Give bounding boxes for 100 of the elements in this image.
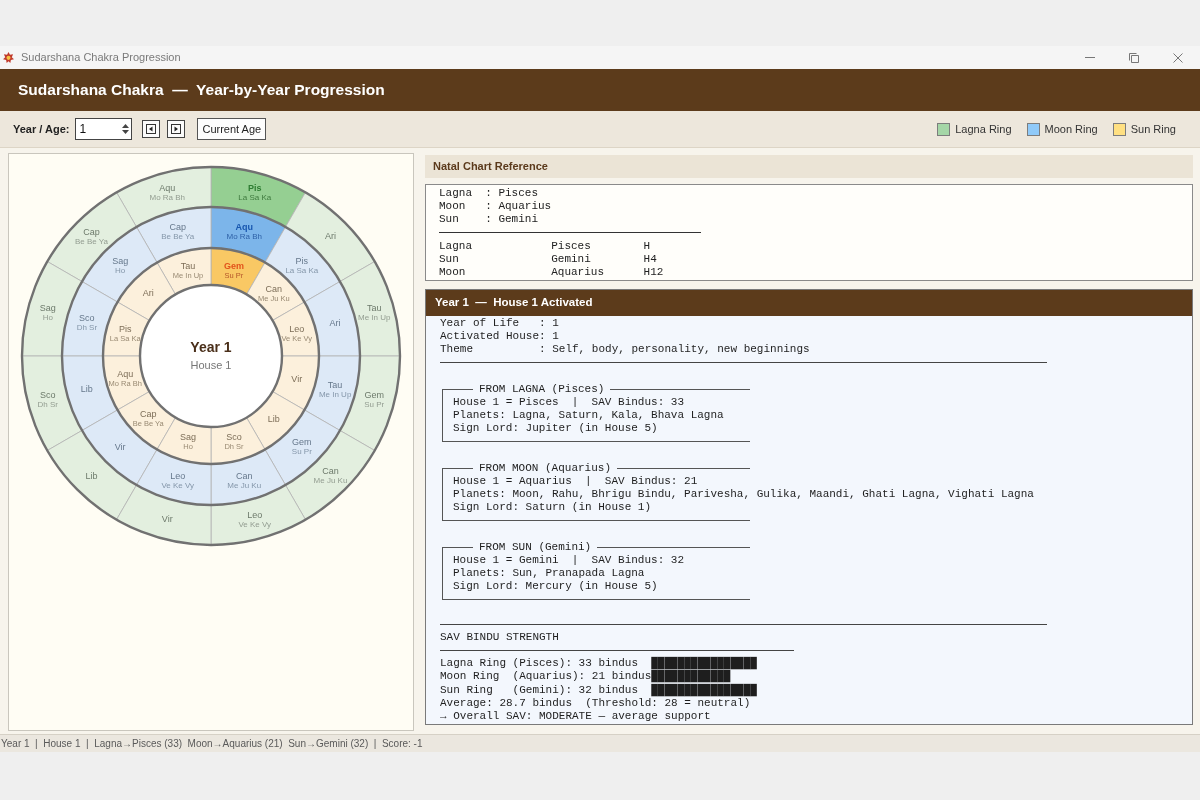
sign-label: Can xyxy=(236,470,253,481)
section-line: Planets: Moon, Rahu, Bhrigu Bindu, Parivesha, Gulika, Maandi, Ghati Lagna, Vighati Lagna xyxy=(453,488,1034,502)
sign-label: Leo xyxy=(289,323,305,334)
section-line: House 1 = Gemini | SAV Bindus: 32 xyxy=(453,554,685,568)
sign-label: Vir xyxy=(114,441,126,452)
sign-label: Pis xyxy=(118,323,132,334)
planets-label: La Sa Ka xyxy=(285,265,319,275)
sign-label: Gem xyxy=(292,437,312,448)
planets-label: Ho xyxy=(115,265,126,275)
sign-label: Vir xyxy=(161,514,173,525)
flower-icon xyxy=(3,52,14,63)
section-line: House 1 = Pisces | SAV Bindus: 33 xyxy=(453,395,685,409)
planets-label: Dh Sr xyxy=(37,400,58,410)
legend-label: Moon Ring xyxy=(1044,121,1098,137)
legend-label: Sun Ring xyxy=(1130,121,1176,137)
sign-label: Tau xyxy=(327,379,343,390)
natal-line: Sun : Gemini xyxy=(439,213,539,227)
planets-label: Ho xyxy=(42,312,53,322)
sign-label: Tau xyxy=(180,260,196,271)
sign-label: Can xyxy=(322,466,339,476)
section-line: Sign Lord: Jupiter (in House 5) xyxy=(453,422,658,436)
sign-label: Sco xyxy=(226,432,242,443)
current-age-button[interactable]: Current Age xyxy=(197,118,267,140)
strength-line: Lagna Ring (Pisces): 33 bindus ████████████████ xyxy=(440,657,757,671)
triangle-left-icon xyxy=(146,124,157,134)
sign-label: Ari xyxy=(325,231,336,242)
strength-line: Moon Ring (Aquarius): 21 bindus████████████ xyxy=(440,670,731,684)
info-line: Activated House: 1 xyxy=(440,330,559,344)
strength-line: Sun Ring (Gemini): 32 bindus ████████████████ xyxy=(440,683,757,697)
sign-label: Leo xyxy=(247,509,263,520)
section-line: House 1 = Aquarius | SAV Bindus: 21 xyxy=(453,474,698,488)
sign-label: Gem xyxy=(224,260,244,271)
planet-name: Sun xyxy=(439,252,460,266)
strength-title: SAV BINDU STRENGTH xyxy=(440,631,559,645)
minimize-icon xyxy=(1085,57,1095,58)
planets-label: Be Be Ya xyxy=(161,232,195,242)
planets-label: Ve Ke Vy xyxy=(238,519,272,529)
sign-label: Aqu xyxy=(159,183,176,194)
sign-label: Leo xyxy=(170,470,186,481)
window-title: Sudarshana Chakra Progression xyxy=(21,50,181,66)
sign-label: Sco xyxy=(40,390,56,401)
planets-label: La Sa Ka xyxy=(238,193,272,203)
section-line: Sign Lord: Saturn (in House 1) xyxy=(453,501,652,515)
natal-line: Lagna : Pisces xyxy=(439,187,539,201)
sign-label: Vir xyxy=(291,374,303,384)
house-label: H xyxy=(643,239,651,253)
sign-label: Aqu xyxy=(235,222,253,233)
year-age-label: Year / Age: xyxy=(13,121,70,137)
restore-icon xyxy=(1129,52,1139,63)
sign-label: Pis xyxy=(248,183,262,194)
planet-name: Lagna xyxy=(439,239,473,253)
header-title: Sudarshana Chakra — Year-by-Year Progression xyxy=(18,80,385,101)
year-title: Year 1 — House 1 Activated xyxy=(435,295,593,311)
planets-label: Su Pr xyxy=(291,447,312,457)
section-line: Planets: Sun, Pranapada Lagna xyxy=(453,567,645,581)
planets-label: Mo Ra Bh xyxy=(226,232,263,242)
planets-label: Ve Ke Vy xyxy=(161,480,195,490)
section-title: FROM LAGNA (Pisces) xyxy=(478,382,606,396)
natal-title: Natal Chart Reference xyxy=(433,159,548,175)
planets-label: Me In Up xyxy=(318,389,352,399)
planets-label: Su Pr xyxy=(364,400,385,410)
sign-label: Sag xyxy=(180,432,196,443)
sign-label: Sag xyxy=(112,255,129,266)
planets-label: Me Ju Ku xyxy=(227,480,262,490)
triangle-right-icon xyxy=(171,124,182,134)
section-line: Planets: Lagna, Saturn, Kala, Bhava Lagna xyxy=(453,408,724,422)
info-line: Theme : Self, body, personality, new beginnings xyxy=(440,343,810,357)
sign-label: Ari xyxy=(329,317,341,328)
info-line: Year of Life : 1 xyxy=(440,317,559,331)
sign-label: Lib xyxy=(85,470,98,481)
house-label: H12 xyxy=(643,265,664,279)
sign-label: Sag xyxy=(39,302,56,313)
section-line: Sign Lord: Mercury (in House 5) xyxy=(453,580,658,594)
status-text: Year 1 | House 1 | Lagna→Pisces (33) Moon→Aquarius (21) Sun→Gemini (32) | Score: -1 xyxy=(1,737,423,751)
legend-label: Lagna Ring xyxy=(955,121,1012,137)
planet-name: Moon xyxy=(439,265,467,279)
sign-label: Sco xyxy=(79,313,95,324)
house-label: H4 xyxy=(643,252,657,266)
section-title: FROM MOON (Aquarius) xyxy=(478,461,613,475)
planets-label: Me In Up xyxy=(358,312,391,322)
strength-line: Average: 28.7 bindus (Threshold: 28 = neutral) xyxy=(440,696,751,710)
sign-name: Aquarius xyxy=(551,265,605,279)
sign-label: Cap xyxy=(83,227,100,237)
section-title: FROM SUN (Gemini) xyxy=(478,540,593,554)
sign-name: Pisces xyxy=(551,239,592,253)
planets-label: Me Ju Ku xyxy=(313,476,348,485)
sign-label: Cap xyxy=(169,222,186,233)
sign-label: Gem xyxy=(364,390,384,401)
next-button[interactable] xyxy=(167,120,186,138)
natal-line: Moon : Aquarius xyxy=(439,200,552,214)
sign-label: Pis xyxy=(295,255,309,266)
close-icon xyxy=(1173,52,1183,63)
planets-label: Dh Sr xyxy=(76,323,98,333)
sign-label: Lib xyxy=(80,384,93,395)
sign-label: Aqu xyxy=(117,369,134,380)
strength-line: → Overall SAV: MODERATE — average support xyxy=(440,709,711,723)
previous-button[interactable] xyxy=(142,120,161,138)
sign-name: Gemini xyxy=(551,252,592,266)
planets-label: Mo Ra Bh xyxy=(149,193,186,203)
sign-label: Tau xyxy=(367,302,382,313)
